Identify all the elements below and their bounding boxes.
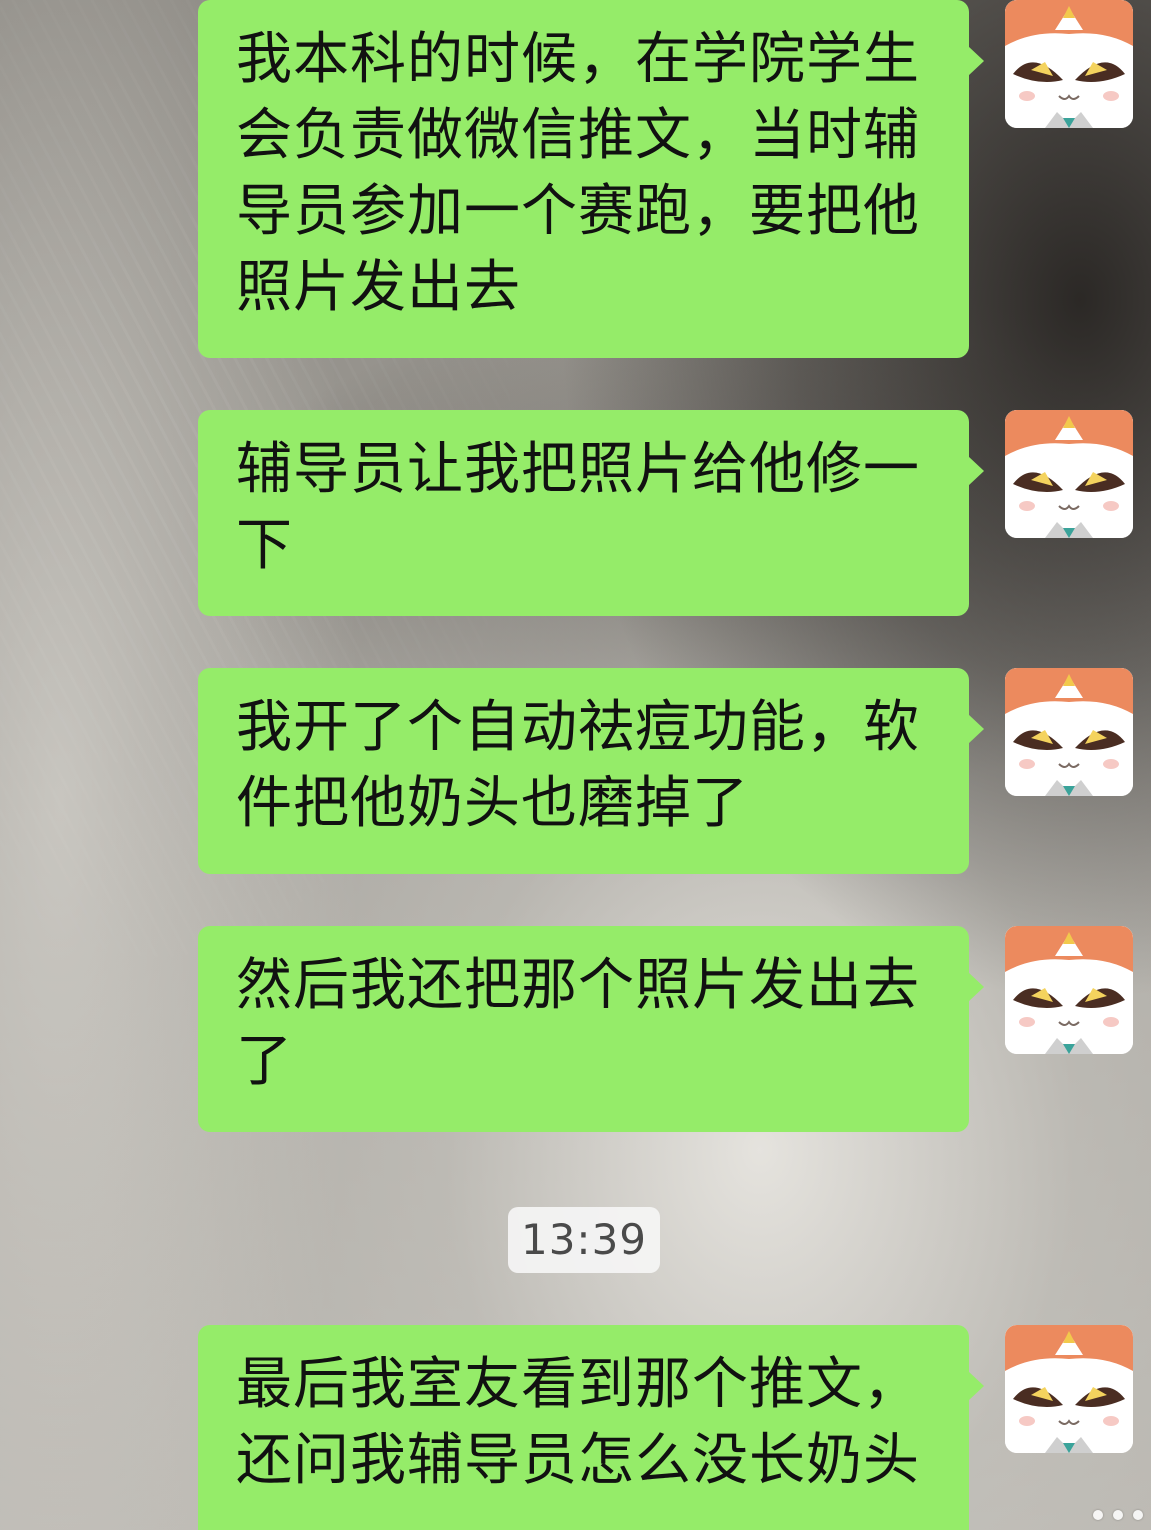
- cartoon-cat-avatar-icon[interactable]: [1005, 668, 1133, 796]
- message-bubble[interactable]: 我本科的时候，在学院学生 会负责做微信推文，当时辅 导员参加一个赛跑，要把他 照…: [198, 0, 984, 358]
- more-dots-icon: [1093, 1510, 1143, 1520]
- cartoon-cat-avatar-icon[interactable]: [1005, 926, 1133, 1054]
- message-bubble[interactable]: 辅导员让我把照片给他修一 下: [198, 410, 984, 616]
- message-bubble[interactable]: 最后我室友看到那个推文， 还问我辅导员怎么没长奶头: [198, 1325, 984, 1530]
- timestamp-divider: 13:39: [508, 1207, 660, 1273]
- cartoon-cat-avatar-icon[interactable]: [1005, 410, 1133, 538]
- cartoon-cat-avatar-icon[interactable]: [1005, 0, 1133, 128]
- message-bubble[interactable]: 我开了个自动祛痘功能，软 件把他奶头也磨掉了: [198, 668, 984, 874]
- message-bubble[interactable]: 然后我还把那个照片发出去 了: [198, 926, 984, 1132]
- cartoon-cat-avatar-icon[interactable]: [1005, 1325, 1133, 1453]
